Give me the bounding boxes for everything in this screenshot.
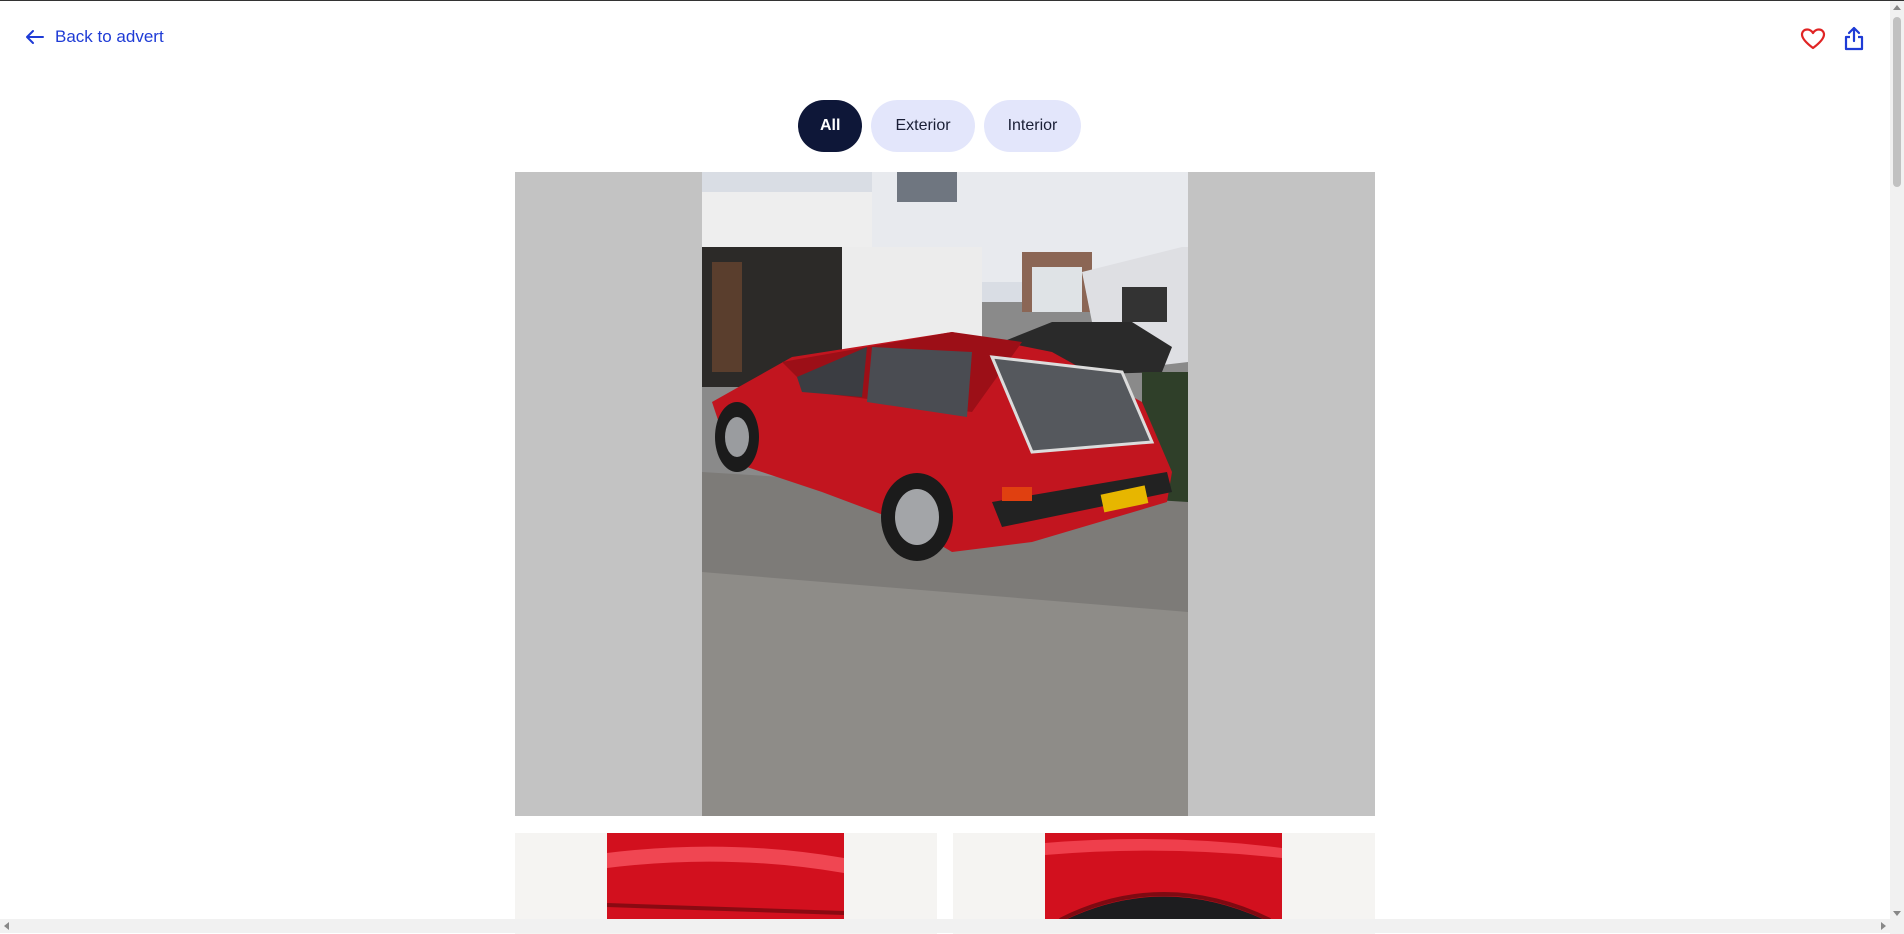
main-photo[interactable] [515, 172, 1375, 816]
scroll-left-icon[interactable] [4, 922, 9, 930]
tab-exterior[interactable]: Exterior [871, 100, 975, 152]
scroll-right-icon[interactable] [1881, 922, 1886, 930]
scroll-down-icon[interactable] [1893, 911, 1901, 916]
arrow-left-icon [26, 30, 44, 44]
horizontal-scrollbar[interactable] [0, 919, 1890, 933]
tab-all[interactable]: All [798, 100, 863, 152]
back-to-advert-link[interactable]: Back to advert [25, 27, 164, 47]
car-wheel-arch-photo [1045, 833, 1282, 920]
scrollbar-thumb[interactable] [1893, 17, 1901, 187]
back-link-label: Back to advert [55, 27, 164, 46]
car-panel-photo [607, 833, 844, 920]
car-photo [702, 172, 1188, 816]
top-bar: Back to advert [0, 1, 1890, 71]
share-icon[interactable] [1842, 26, 1866, 52]
photo-filter-tabs: All Exterior Interior [798, 100, 1082, 152]
vertical-scrollbar[interactable] [1890, 1, 1904, 934]
scroll-up-icon[interactable] [1893, 5, 1901, 10]
heart-icon[interactable] [1800, 26, 1826, 52]
tab-interior[interactable]: Interior [983, 100, 1082, 152]
